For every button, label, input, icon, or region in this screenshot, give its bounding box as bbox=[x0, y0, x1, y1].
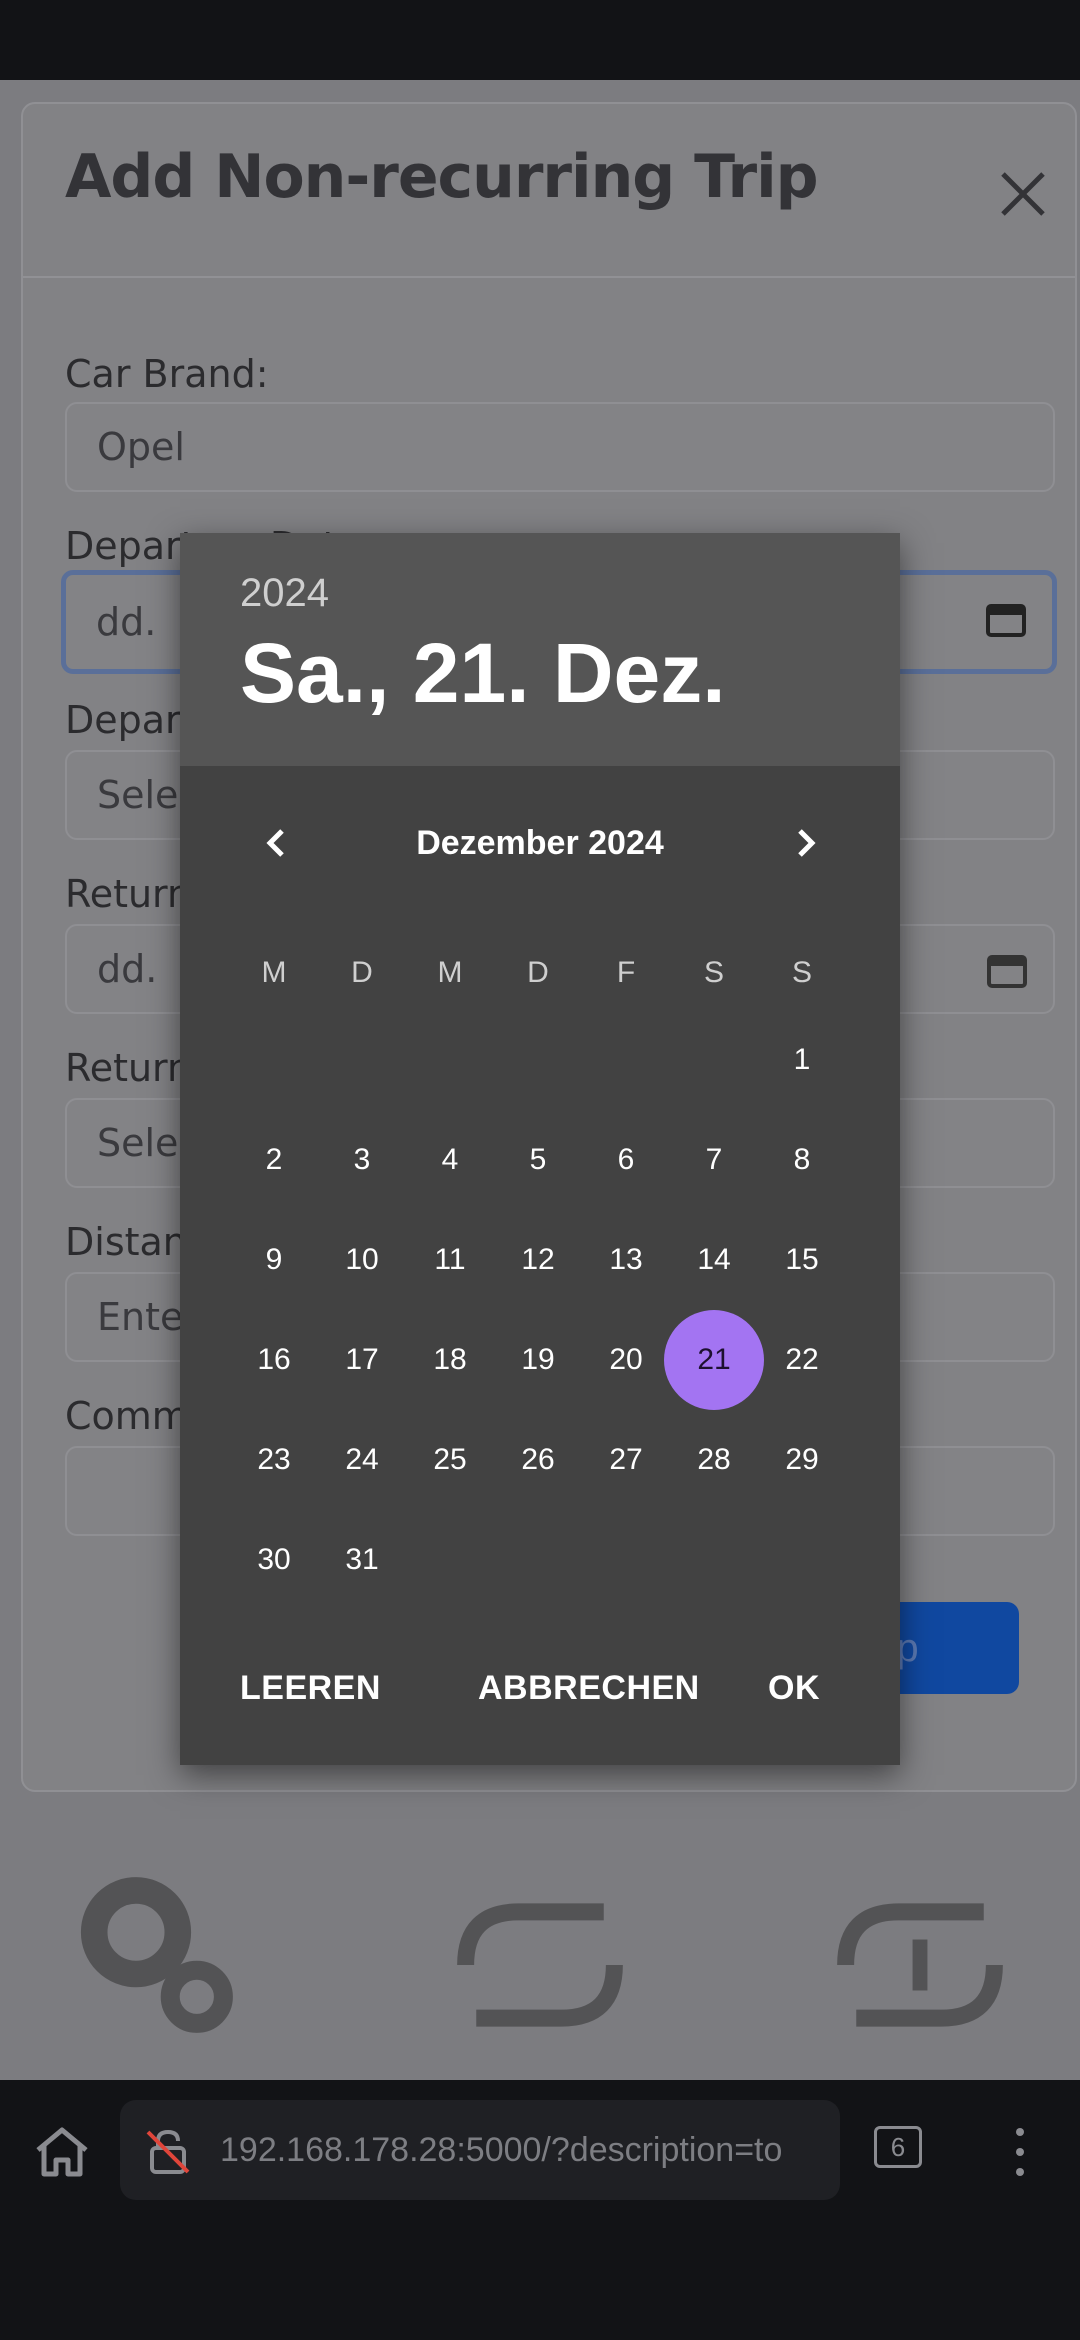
day-cell[interactable]: 15 bbox=[752, 1210, 852, 1310]
return-date-value: dd. bbox=[97, 947, 158, 991]
day-cell[interactable]: 28 bbox=[664, 1410, 764, 1510]
chevron-right-icon[interactable] bbox=[786, 823, 826, 863]
day-cell-selected[interactable]: 21 bbox=[664, 1310, 764, 1410]
comment-label: Comm bbox=[65, 1394, 189, 1438]
day-cell[interactable]: 24 bbox=[312, 1410, 412, 1510]
menu-dot bbox=[1016, 2148, 1024, 2156]
day-cell[interactable]: 2 bbox=[224, 1110, 324, 1210]
day-cell[interactable]: 20 bbox=[576, 1310, 676, 1410]
status-bar bbox=[0, 0, 1080, 80]
day-cell[interactable]: 13 bbox=[576, 1210, 676, 1310]
day-cell[interactable]: 16 bbox=[224, 1310, 324, 1410]
return-time-label: Return bbox=[65, 1046, 192, 1090]
weekday-label: S bbox=[791, 956, 812, 989]
departure-time-label: Depar bbox=[65, 698, 181, 742]
day-cell[interactable]: 18 bbox=[400, 1310, 500, 1410]
day-cell[interactable]: 30 bbox=[224, 1510, 324, 1610]
day-cell[interactable]: 3 bbox=[312, 1110, 412, 1210]
day-cell[interactable]: 31 bbox=[312, 1510, 412, 1610]
day-cell[interactable]: 29 bbox=[752, 1410, 852, 1510]
weekday-label: M bbox=[261, 956, 287, 989]
day-cell[interactable]: 17 bbox=[312, 1310, 412, 1410]
modal-title: Add Non-recurring Trip bbox=[65, 142, 819, 212]
day-cell[interactable]: 14 bbox=[664, 1210, 764, 1310]
day-cell[interactable]: 12 bbox=[488, 1210, 588, 1310]
lock-off-icon[interactable] bbox=[142, 2126, 194, 2178]
day-cell[interactable]: 25 bbox=[400, 1410, 500, 1510]
day-cell[interactable]: 5 bbox=[488, 1110, 588, 1210]
day-cell[interactable]: 19 bbox=[488, 1310, 588, 1410]
more-vert-icon[interactable] bbox=[1000, 2120, 1040, 2184]
distance-label: Distan bbox=[65, 1220, 187, 1264]
cancel-button[interactable]: ABBRECHEN bbox=[478, 1663, 700, 1713]
url-text: 192.168.178.28:5000/?description=to bbox=[220, 2131, 783, 2169]
repeat-icon[interactable] bbox=[430, 1880, 650, 2050]
return-date-label: Return bbox=[65, 872, 192, 916]
weekday-label: D bbox=[351, 956, 373, 989]
day-cell[interactable]: 26 bbox=[488, 1410, 588, 1510]
calendar-icon[interactable] bbox=[986, 601, 1026, 637]
address-bar[interactable]: 192.168.178.28:5000/?description=to bbox=[120, 2100, 840, 2200]
day-cell[interactable]: 9 bbox=[224, 1210, 324, 1310]
modal-divider bbox=[23, 276, 1075, 278]
picker-year[interactable]: 2024 bbox=[240, 571, 329, 616]
day-cell[interactable]: 10 bbox=[312, 1210, 412, 1310]
picker-selected-date: Sa., 21. Dez. bbox=[240, 626, 726, 720]
home-icon[interactable] bbox=[30, 2120, 94, 2184]
weekday-label: F bbox=[616, 956, 636, 989]
bottom-nav bbox=[0, 1840, 1080, 2080]
day-cell[interactable]: 27 bbox=[576, 1410, 676, 1510]
picker-header: 2024 Sa., 21. Dez. bbox=[180, 533, 900, 766]
weekday-label: D bbox=[527, 956, 549, 989]
tab-count-button[interactable]: 6 bbox=[874, 2126, 922, 2168]
day-cell[interactable]: 22 bbox=[752, 1310, 852, 1410]
departure-date-value: dd. bbox=[96, 600, 157, 644]
menu-dot bbox=[1016, 2168, 1024, 2176]
ok-button[interactable]: OK bbox=[768, 1663, 820, 1713]
day-cell[interactable]: 7 bbox=[664, 1110, 764, 1210]
calendar-icon[interactable] bbox=[987, 952, 1027, 988]
car-brand-label: Car Brand: bbox=[65, 352, 269, 396]
menu-dot bbox=[1016, 2128, 1024, 2136]
day-cell[interactable]: 23 bbox=[224, 1410, 324, 1510]
weekday-label: M bbox=[437, 956, 463, 989]
browser-toolbar: 192.168.178.28:5000/?description=to 6 bbox=[0, 2080, 1080, 2340]
date-picker-dialog: 2024 Sa., 21. Dez. Dezember 2024 M D M D… bbox=[180, 533, 900, 1765]
day-cell[interactable]: 1 bbox=[752, 1010, 852, 1110]
day-cell[interactable]: 8 bbox=[752, 1110, 852, 1210]
day-cell[interactable]: 6 bbox=[576, 1110, 676, 1210]
day-cell[interactable]: 11 bbox=[400, 1210, 500, 1310]
weekday-label: S bbox=[703, 956, 724, 989]
gear-icon[interactable] bbox=[60, 1860, 250, 2050]
repeat-one-icon[interactable] bbox=[810, 1880, 1030, 2050]
day-cell[interactable]: 4 bbox=[400, 1110, 500, 1210]
clear-button[interactable]: LEEREN bbox=[240, 1663, 381, 1713]
close-icon[interactable] bbox=[993, 164, 1053, 224]
car-brand-field[interactable]: Opel bbox=[65, 402, 1055, 492]
